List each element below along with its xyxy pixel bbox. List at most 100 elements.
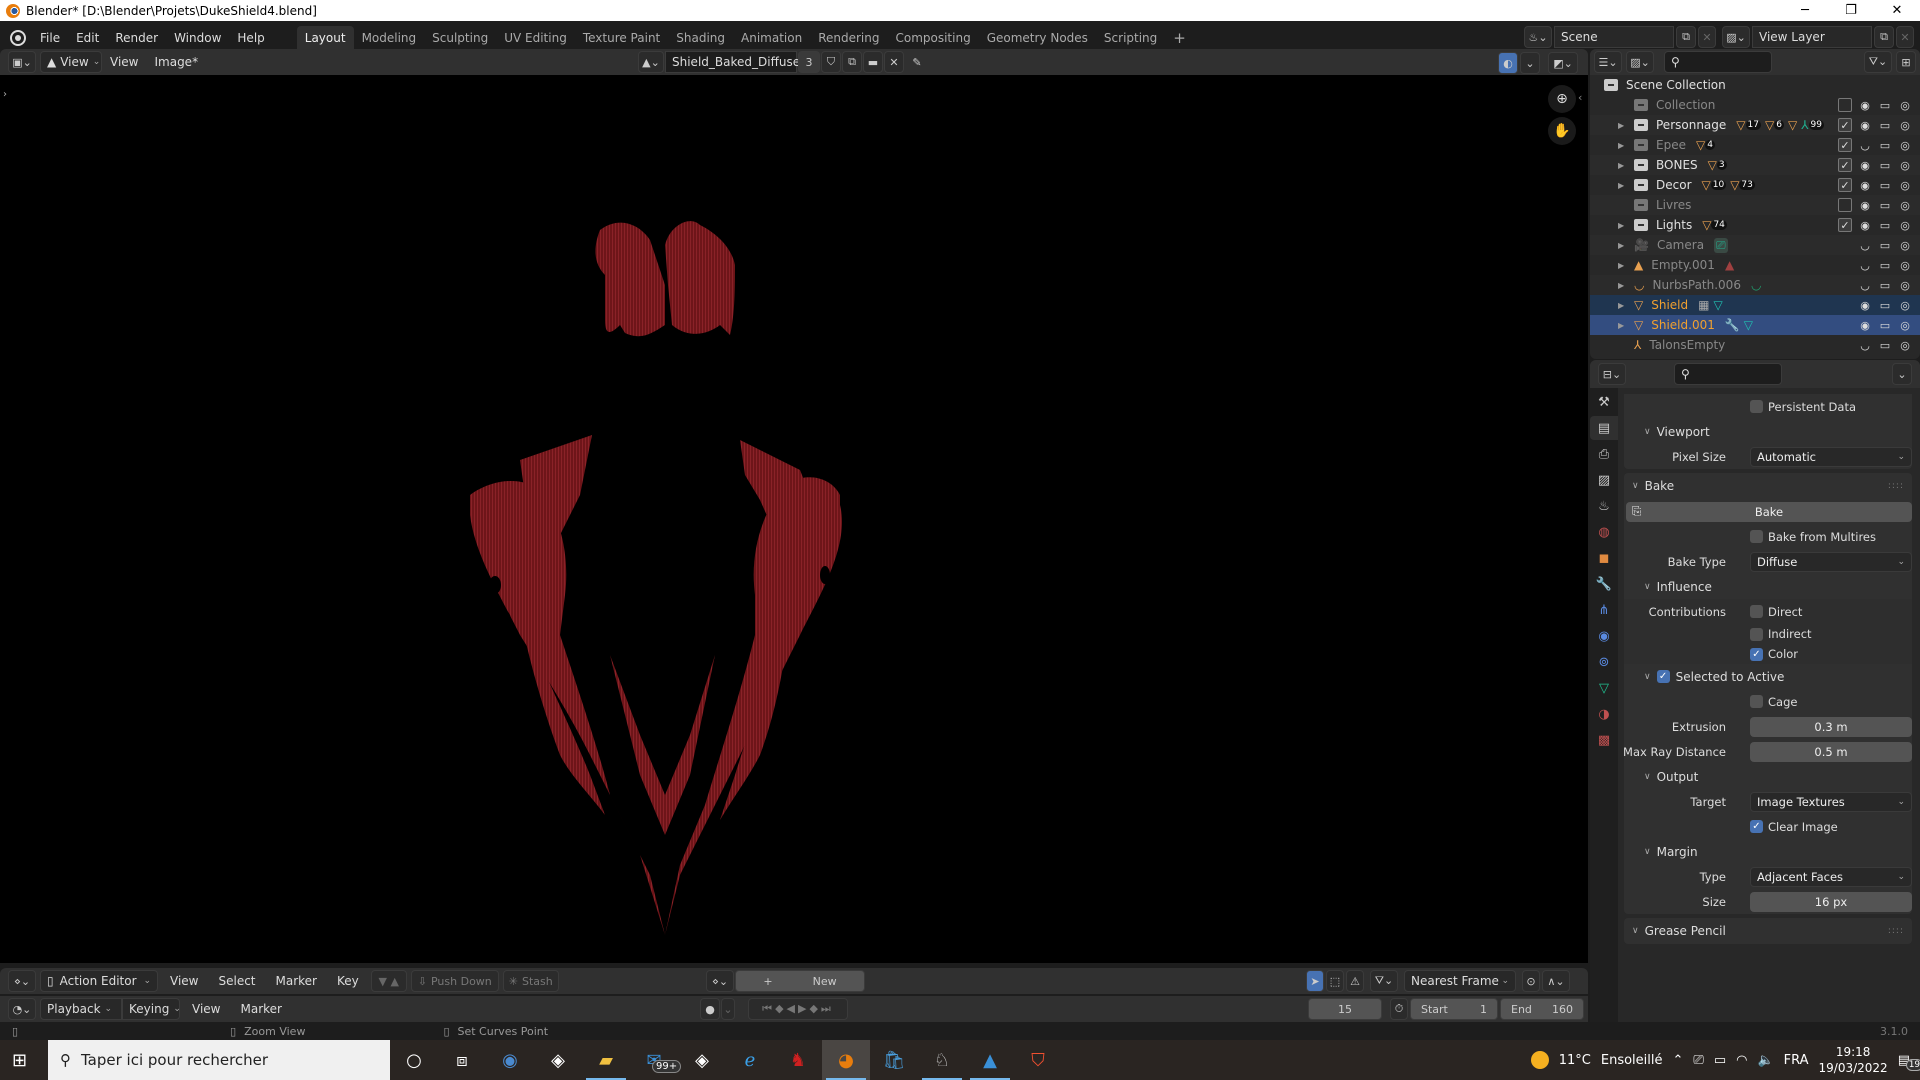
drag-grip-icon[interactable]: :::: xyxy=(1888,926,1904,936)
viewport-display-icon[interactable]: ▭ xyxy=(1878,338,1892,352)
menu-key[interactable]: Key xyxy=(329,974,367,988)
render-camera-icon[interactable]: ◎ xyxy=(1898,338,1912,352)
visibility-eye-icon[interactable]: ◉ xyxy=(1858,98,1872,112)
tab-modeling[interactable]: Modeling xyxy=(354,26,425,50)
viewport-display-icon[interactable]: ▭ xyxy=(1878,118,1892,132)
mesh-data-tab-icon[interactable]: ▽ xyxy=(1590,676,1618,700)
visibility-eye-icon[interactable]: ◉ xyxy=(1858,218,1872,232)
camera-tray-icon[interactable]: ⎚ xyxy=(1693,1053,1703,1068)
image-users-count[interactable]: 3 xyxy=(798,51,820,73)
render-camera-icon[interactable]: ◎ xyxy=(1898,138,1912,152)
menu-marker[interactable]: Marker xyxy=(268,974,325,988)
expand-arrow-icon[interactable]: ▶ xyxy=(1618,321,1628,330)
zoom-navigation-icon[interactable]: ⊕ xyxy=(1548,85,1576,113)
menu-render[interactable]: Render xyxy=(107,31,166,45)
microsoft-store-icon[interactable]: 🛍 xyxy=(870,1040,918,1080)
visibility-eye-icon[interactable]: ◡ xyxy=(1858,238,1872,252)
visibility-eye-icon[interactable]: ◉ xyxy=(1858,198,1872,212)
new-scene-icon[interactable]: ⧉ xyxy=(1676,26,1696,48)
tab-animation[interactable]: Animation xyxy=(733,26,810,50)
brave-icon[interactable]: ⛉ xyxy=(1014,1040,1062,1080)
visibility-eye-icon[interactable]: ◡ xyxy=(1858,138,1872,152)
end-frame-field[interactable]: End 160 xyxy=(1500,998,1584,1020)
render-camera-icon[interactable]: ◎ xyxy=(1898,118,1912,132)
volume-icon[interactable]: 🔈 xyxy=(1757,1053,1773,1068)
outliner-row[interactable]: ▶ ▲ Empty.001 ▲ ◡ ▭ ◎ xyxy=(1590,255,1920,275)
drag-grip-icon[interactable]: :::: xyxy=(1888,481,1904,491)
start-frame-field[interactable]: Start 1 xyxy=(1410,998,1498,1020)
outliner-editor-type-icon[interactable]: ☰⌄ xyxy=(1594,51,1622,73)
render-camera-icon[interactable]: ◎ xyxy=(1898,158,1912,172)
visibility-eye-icon[interactable]: ◉ xyxy=(1858,158,1872,172)
render-camera-icon[interactable]: ◎ xyxy=(1898,178,1912,192)
world-tab-icon[interactable]: ◍ xyxy=(1590,520,1618,544)
object-tab-icon[interactable]: ◼ xyxy=(1590,546,1618,570)
direct-checkbox[interactable]: Direct xyxy=(1750,605,1802,619)
render-camera-icon[interactable]: ◎ xyxy=(1898,258,1912,272)
only-selected-icon[interactable]: ➤ xyxy=(1306,970,1324,992)
exclude-checkbox[interactable]: ✓ xyxy=(1838,158,1852,172)
render-camera-icon[interactable]: ◎ xyxy=(1898,278,1912,292)
outliner-row[interactable]: ▶ BONES ▽ 3 ✓ ◉ ▭ ◎ xyxy=(1590,155,1920,175)
output-tab-icon[interactable]: ⎙ xyxy=(1590,442,1618,466)
color-checkbox[interactable]: ✓ Color xyxy=(1750,647,1798,661)
pin-icon[interactable]: ✎ xyxy=(905,51,929,73)
tab-shading[interactable]: Shading xyxy=(668,26,733,50)
timeline-editor-type-icon[interactable]: ◔⌄ xyxy=(8,998,36,1020)
editor-type-icon[interactable]: ▣⌄ xyxy=(8,51,36,73)
only-errors-icon[interactable]: ⚠ xyxy=(1346,970,1364,992)
texture-tab-icon[interactable]: ▩ xyxy=(1590,728,1618,752)
viewport-subpanel-header[interactable]: ∨ Viewport xyxy=(1624,419,1912,444)
tab-rendering[interactable]: Rendering xyxy=(810,26,887,50)
properties-search-input[interactable]: ⚲ xyxy=(1674,363,1782,385)
unity-hub-icon[interactable]: ◈ xyxy=(678,1040,726,1080)
view-layer-field[interactable]: View Layer xyxy=(1752,26,1872,48)
overlay-dropdown-icon[interactable]: ⌄ xyxy=(1520,52,1540,74)
delete-view-layer-icon[interactable]: ✕ xyxy=(1896,26,1914,48)
viewport-display-icon[interactable]: ▭ xyxy=(1878,198,1892,212)
tab-layout[interactable]: Layout xyxy=(296,26,354,50)
expand-arrow-icon[interactable]: ▶ xyxy=(1618,241,1628,250)
menu-window[interactable]: Window xyxy=(166,31,229,45)
render-camera-icon[interactable]: ◎ xyxy=(1898,298,1912,312)
tray-expand-icon[interactable]: ⌃ xyxy=(1673,1053,1684,1068)
render-camera-icon[interactable]: ◎ xyxy=(1898,98,1912,112)
outliner-row[interactable]: ▶ Lights ▽ 74 ✓ ◉ ▭ ◎ xyxy=(1590,215,1920,235)
show-hidden-icon[interactable]: ⬚ xyxy=(1326,970,1344,992)
margin-size-field[interactable]: 16 px xyxy=(1750,891,1912,912)
blender-menu-icon[interactable] xyxy=(10,30,26,46)
layer-arrows-icon[interactable]: ▼ ▲ xyxy=(370,970,407,992)
outliner-row[interactable]: ▶ Epee ▽ 4 ✓ ◡ ▭ ◎ xyxy=(1590,135,1920,155)
unity-icon[interactable]: ◈ xyxy=(534,1040,582,1080)
wifi-icon[interactable]: ◠ xyxy=(1736,1053,1747,1068)
cage-checkbox[interactable]: Cage xyxy=(1750,695,1797,709)
new-view-layer-icon[interactable]: ⧉ xyxy=(1874,26,1894,48)
dopesheet-editor-type-icon[interactable]: ⋄⌄ xyxy=(8,970,36,992)
bake-type-dropdown[interactable]: Diffuse ⌄ xyxy=(1750,551,1912,572)
close-button[interactable]: ✕ xyxy=(1874,0,1920,21)
visibility-eye-icon[interactable]: ◡ xyxy=(1858,278,1872,292)
steam-icon[interactable]: ◉ xyxy=(486,1040,534,1080)
preview-range-icon[interactable]: ⏱ xyxy=(1390,998,1408,1020)
expand-arrow-icon[interactable]: ▶ xyxy=(1618,301,1628,310)
menu-view[interactable]: View xyxy=(102,55,146,69)
auto-keying-icon[interactable]: ● xyxy=(700,998,720,1020)
indirect-checkbox[interactable]: Indirect xyxy=(1750,627,1812,641)
exclude-checkbox[interactable]: ✓ xyxy=(1838,118,1852,132)
cortana-icon[interactable]: ○ xyxy=(390,1040,438,1080)
margin-type-dropdown[interactable]: Adjacent Faces ⌄ xyxy=(1750,866,1912,887)
action-browse-icon[interactable]: ⋄⌄ xyxy=(706,970,734,992)
tab-texture-paint[interactable]: Texture Paint xyxy=(575,26,668,50)
viewport-display-icon[interactable]: ▭ xyxy=(1878,318,1892,332)
view-mode-dropdown[interactable]: ▲ View ⌄ xyxy=(40,51,102,73)
language-indicator[interactable]: FRA xyxy=(1784,1053,1809,1068)
tab-compositing[interactable]: Compositing xyxy=(887,26,978,50)
pan-hand-icon[interactable]: ✋ xyxy=(1548,117,1576,145)
viewport-display-icon[interactable]: ▭ xyxy=(1878,278,1892,292)
new-action-button[interactable]: + New xyxy=(735,970,865,992)
menu-select[interactable]: Select xyxy=(210,974,263,988)
material-tab-icon[interactable]: ◑ xyxy=(1590,702,1618,726)
stash-button[interactable]: ✳ Stash xyxy=(502,970,559,992)
snap-mode-dropdown[interactable]: Nearest Frame ⌄ xyxy=(1404,970,1516,992)
viewport-display-icon[interactable]: ▭ xyxy=(1878,138,1892,152)
